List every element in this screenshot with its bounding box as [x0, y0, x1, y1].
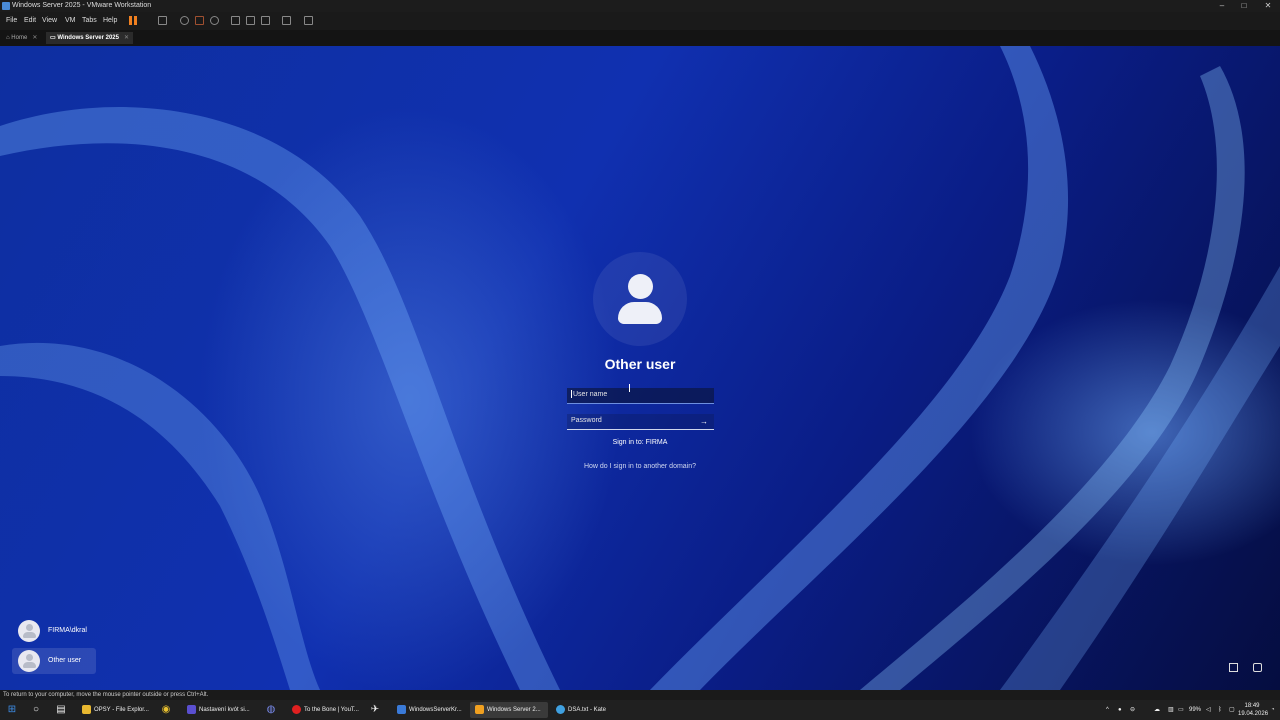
taskbar-item-label: To the Bone | YouT...: [304, 707, 359, 713]
taskbar-item-browser[interactable]: Nastavení kvót si...: [182, 702, 260, 718]
bluetooth-icon[interactable]: ᛒ: [1218, 700, 1222, 720]
microphone-icon[interactable]: ●: [1118, 700, 1122, 720]
username-placeholder: User name: [573, 391, 608, 398]
battery-icon[interactable]: ▭: [1178, 700, 1184, 720]
clock-time: 18:49: [1244, 703, 1260, 709]
close-button[interactable]: ✕: [1256, 0, 1280, 12]
full-screen-icon[interactable]: [261, 16, 270, 25]
user-avatar-icon: [18, 650, 40, 672]
console-view-icon[interactable]: [282, 16, 291, 25]
taskbar-item-youtube[interactable]: To the Bone | YouT...: [287, 702, 365, 718]
vm-tab-bar: ⌂ Home ✕ ▭ Windows Server 2025 ✕: [0, 30, 1280, 47]
menu-view[interactable]: View: [42, 17, 57, 24]
task-view-icon[interactable]: ▤: [54, 703, 68, 717]
tab-vm-label: Windows Server 2025: [57, 35, 119, 41]
volume-icon[interactable]: ◁: [1206, 700, 1211, 720]
vm-lock-screen[interactable]: Other user User name Password → Sign in …: [0, 46, 1280, 690]
menu-help[interactable]: Help: [103, 17, 117, 24]
tab-home-close-icon[interactable]: ✕: [32, 35, 37, 41]
user-list-label: FIRMA\dkral: [48, 627, 87, 634]
folder-icon: [82, 704, 91, 714]
text-caret: [571, 390, 572, 399]
user-list-label: Other user: [48, 657, 82, 664]
stretch-guest-icon[interactable]: [304, 16, 313, 25]
status-message: To return to your computer, move the mou…: [3, 692, 209, 698]
menu-file[interactable]: File: [6, 17, 17, 24]
kate-editor-icon: [556, 704, 565, 714]
taskbar-item-file-explorer[interactable]: OPSY - File Explor...: [77, 702, 155, 718]
notification-bell-icon[interactable]: ◔: [1271, 700, 1275, 720]
user-list-item-firma-dkral[interactable]: FIRMA\dkral: [12, 618, 96, 644]
browser-icon: [187, 704, 196, 714]
display-icon[interactable]: ▢: [1229, 700, 1235, 720]
password-input[interactable]: Password: [567, 414, 714, 430]
start-windows-icon[interactable]: ⊞: [5, 703, 19, 717]
window-title: Windows Server 2025 - VMware Workstation: [12, 2, 152, 9]
minimize-button[interactable]: –: [1210, 0, 1234, 12]
menu-tabs[interactable]: Tabs: [82, 17, 97, 24]
arrow-right-icon[interactable]: →: [700, 414, 710, 430]
host-taskbar: ⊞ ○ ▤ OPSY - File Explor... ◉ Nastavení …: [0, 700, 1280, 720]
chrome-icon[interactable]: ◉: [159, 703, 173, 717]
username-input[interactable]: User name: [567, 388, 714, 404]
vmware-icon: [475, 704, 484, 714]
taskbar-item-label: WindowsServerKr...: [409, 707, 462, 713]
taskbar-item-kate[interactable]: DSA.txt - Kate: [551, 702, 629, 718]
thumbnail-bar-icon[interactable]: [246, 16, 255, 25]
taskbar-item-vmware[interactable]: Windows Server 2...: [470, 702, 548, 718]
revert-snapshot-icon[interactable]: [195, 16, 204, 25]
search-icon[interactable]: ○: [29, 703, 43, 717]
tab-windows-server-2025[interactable]: ▭ Windows Server 2025 ✕: [46, 32, 134, 44]
login-user-name: Other user: [604, 356, 676, 372]
window-titlebar: Windows Server 2025 - VMware Workstation…: [0, 0, 1280, 12]
taskbar-item-label: Windows Server 2...: [487, 707, 541, 713]
snapshot-icon[interactable]: [180, 16, 189, 25]
clock-date: 19.04.2026: [1238, 711, 1269, 717]
discord-icon[interactable]: ◍: [264, 703, 278, 717]
document-icon: [397, 704, 406, 714]
tab-home-label: Home: [11, 35, 28, 41]
tray-overflow-chevron-icon[interactable]: ^: [1106, 700, 1109, 720]
menu-toolbar: File Edit View VM Tabs Help: [0, 12, 1280, 30]
pause-icon[interactable]: [129, 16, 138, 25]
person-icon-body: [618, 302, 662, 324]
menu-edit[interactable]: Edit: [24, 17, 36, 24]
library-icon[interactable]: [231, 16, 240, 25]
onedrive-cloud-icon[interactable]: ☁: [1154, 700, 1160, 720]
user-avatar-large: [593, 252, 687, 346]
password-placeholder: Password: [571, 417, 602, 424]
taskbar-item-label: DSA.txt - Kate: [568, 707, 607, 713]
vmware-status-bar: To return to your computer, move the mou…: [0, 690, 1280, 700]
other-domain-help-link[interactable]: How do I sign in to another domain?: [540, 463, 740, 470]
mouse-text-cursor-icon: [629, 384, 632, 392]
menu-vm[interactable]: VM: [65, 17, 76, 24]
taskbar-item-word-document[interactable]: WindowsServerKr...: [392, 702, 470, 718]
person-icon-head: [628, 274, 653, 299]
taskbar-item-label: OPSY - File Explor...: [94, 707, 149, 713]
steam-icon[interactable]: ✈: [368, 703, 382, 717]
user-list-item-other-user[interactable]: Other user: [12, 648, 96, 674]
system-clock[interactable]: 18:49 19.04.2026: [1238, 702, 1269, 718]
snapshot-manager-icon[interactable]: [210, 16, 219, 25]
battery-percent: 99%: [1189, 707, 1202, 713]
vmware-app-icon: [2, 2, 10, 10]
send-keys-icon[interactable]: [158, 16, 167, 25]
sign-in-domain-text: Sign in to: FIRMA: [612, 439, 668, 446]
user-avatar-icon: [18, 620, 40, 642]
tab-vm-close-icon[interactable]: ✕: [124, 35, 129, 41]
youtube-icon: [292, 704, 301, 714]
network-tray-icon[interactable]: ▥: [1168, 700, 1174, 720]
accessibility-icon[interactable]: [1253, 663, 1262, 672]
taskbar-item-label: Nastavení kvót si...: [199, 707, 250, 713]
network-icon[interactable]: [1229, 663, 1238, 672]
maximize-button[interactable]: □: [1232, 0, 1256, 12]
tab-home[interactable]: ⌂ Home ✕: [2, 32, 41, 44]
do-not-disturb-icon[interactable]: ⊖: [1130, 700, 1135, 720]
